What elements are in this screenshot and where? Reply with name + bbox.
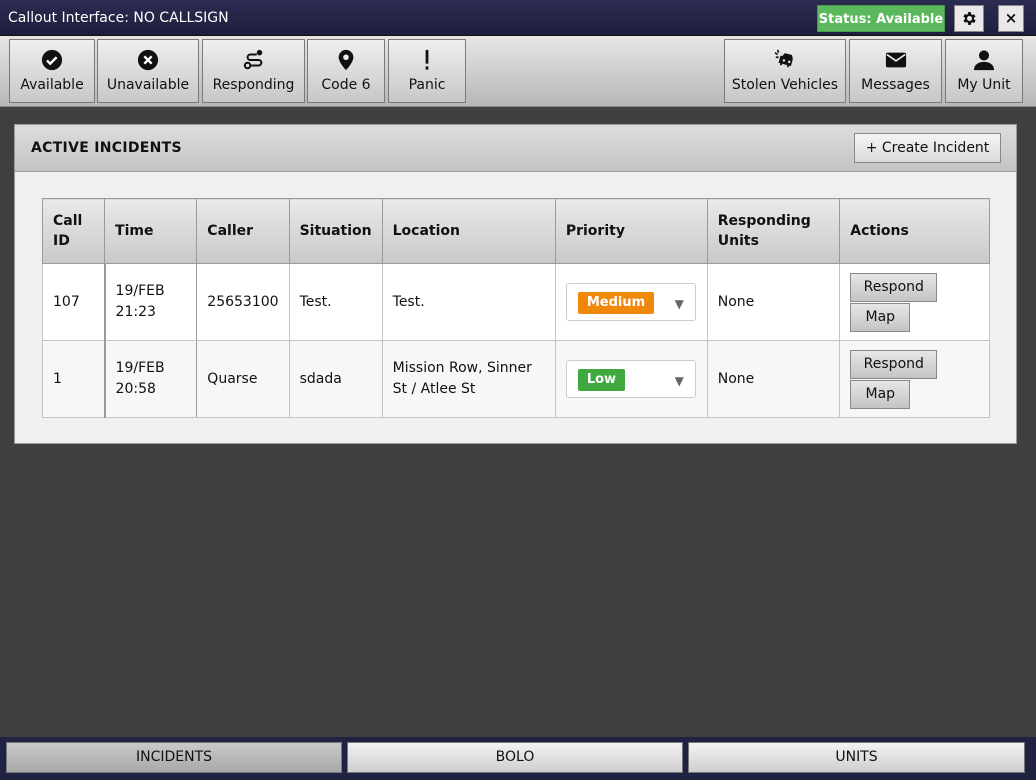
header-caller[interactable]: Caller <box>196 198 290 264</box>
header-responding-units[interactable]: Responding Units <box>706 198 841 264</box>
envelope-icon <box>885 52 906 68</box>
respond-button[interactable]: Respond <box>850 272 938 302</box>
priority-badge: Medium <box>577 292 655 314</box>
create-incident-button[interactable]: + Create Incident <box>854 133 1001 163</box>
header-location[interactable]: Location <box>381 198 556 264</box>
tab-incidents[interactable]: INCIDENTS <box>6 742 342 773</box>
respond-button[interactable]: Respond <box>850 349 938 379</box>
chevron-down-icon: ▼ <box>674 297 684 311</box>
cell-responding-units: None <box>706 263 841 341</box>
messages-button[interactable]: Messages <box>849 39 942 103</box>
table-header-row: Call ID Time Caller Situation Location P… <box>41 198 990 264</box>
tab-units[interactable]: UNITS <box>688 742 1025 773</box>
map-button[interactable]: Map <box>850 379 911 409</box>
priority-select[interactable]: Medium ▼ <box>565 283 696 321</box>
x-circle-icon <box>137 49 159 71</box>
toolbar: Available Unavailable Responding Code 6 … <box>0 36 1036 107</box>
header-situation[interactable]: Situation <box>288 198 383 264</box>
route-icon <box>243 49 262 70</box>
cell-responding-units: None <box>706 340 841 418</box>
unavailable-button[interactable]: Unavailable <box>97 39 199 103</box>
settings-button[interactable] <box>954 5 984 32</box>
available-button[interactable]: Available <box>9 39 95 103</box>
tab-bolo[interactable]: BOLO <box>347 742 683 773</box>
cell-location: Test. <box>381 263 556 341</box>
map-pin-icon <box>338 49 354 71</box>
cell-priority: Medium ▼ <box>554 263 708 341</box>
priority-select[interactable]: Low ▼ <box>565 360 696 398</box>
cell-priority: Low ▼ <box>554 340 708 418</box>
table-row: 107 19/FEB 21:23 25653100 Test. Test. Me… <box>41 263 990 341</box>
map-button[interactable]: Map <box>850 302 911 332</box>
close-button[interactable]: × <box>998 5 1024 32</box>
exclamation-icon <box>425 49 429 70</box>
cell-location: Mission Row, Sinner St / Atlee St <box>381 340 556 418</box>
cell-call-id: 1 <box>41 340 106 418</box>
responding-button[interactable]: Responding <box>202 39 305 103</box>
cell-situation: Test. <box>288 263 383 341</box>
my-unit-button[interactable]: My Unit <box>945 39 1023 103</box>
cell-actions: Respond Map <box>839 340 990 418</box>
check-circle-icon <box>41 49 63 71</box>
panel-title: ACTIVE INCIDENTS <box>31 140 182 156</box>
stolen-vehicles-button[interactable]: Stolen Vehicles <box>724 39 846 103</box>
panel-header: ACTIVE INCIDENTS + Create Incident <box>15 125 1016 172</box>
cell-time: 19/FEB 20:58 <box>103 340 198 418</box>
cell-situation: sdada <box>288 340 383 418</box>
user-icon <box>973 50 995 71</box>
chevron-down-icon: ▼ <box>674 374 684 388</box>
panic-button[interactable]: Panic <box>388 39 466 103</box>
cell-call-id: 107 <box>41 263 106 341</box>
header-time[interactable]: Time <box>104 198 198 264</box>
incidents-table: Call ID Time Caller Situation Location P… <box>41 198 990 418</box>
cell-caller: Quarse <box>196 340 290 418</box>
table-row: 1 19/FEB 20:58 Quarse sdada Mission Row,… <box>41 340 990 418</box>
cell-actions: Respond Map <box>839 263 990 341</box>
header-actions: Actions <box>839 198 990 264</box>
gear-icon <box>962 12 976 25</box>
close-icon: × <box>1004 9 1018 27</box>
priority-badge: Low <box>577 369 626 391</box>
cell-time: 19/FEB 21:23 <box>103 263 198 341</box>
status-badge[interactable]: Status: Available <box>817 5 945 32</box>
window-title: Callout Interface: NO CALLSIGN <box>8 10 229 26</box>
header-priority[interactable]: Priority <box>554 198 708 264</box>
bottom-tab-bar: INCIDENTS BOLO UNITS <box>0 737 1036 780</box>
cell-caller: 25653100 <box>196 263 290 341</box>
header-call-id[interactable]: Call ID <box>41 198 106 264</box>
car-crash-icon <box>774 49 793 68</box>
active-incidents-panel: ACTIVE INCIDENTS + Create Incident Call … <box>14 124 1017 444</box>
code-6-button[interactable]: Code 6 <box>307 39 385 103</box>
title-bar: Callout Interface: NO CALLSIGN Status: A… <box>0 0 1036 36</box>
